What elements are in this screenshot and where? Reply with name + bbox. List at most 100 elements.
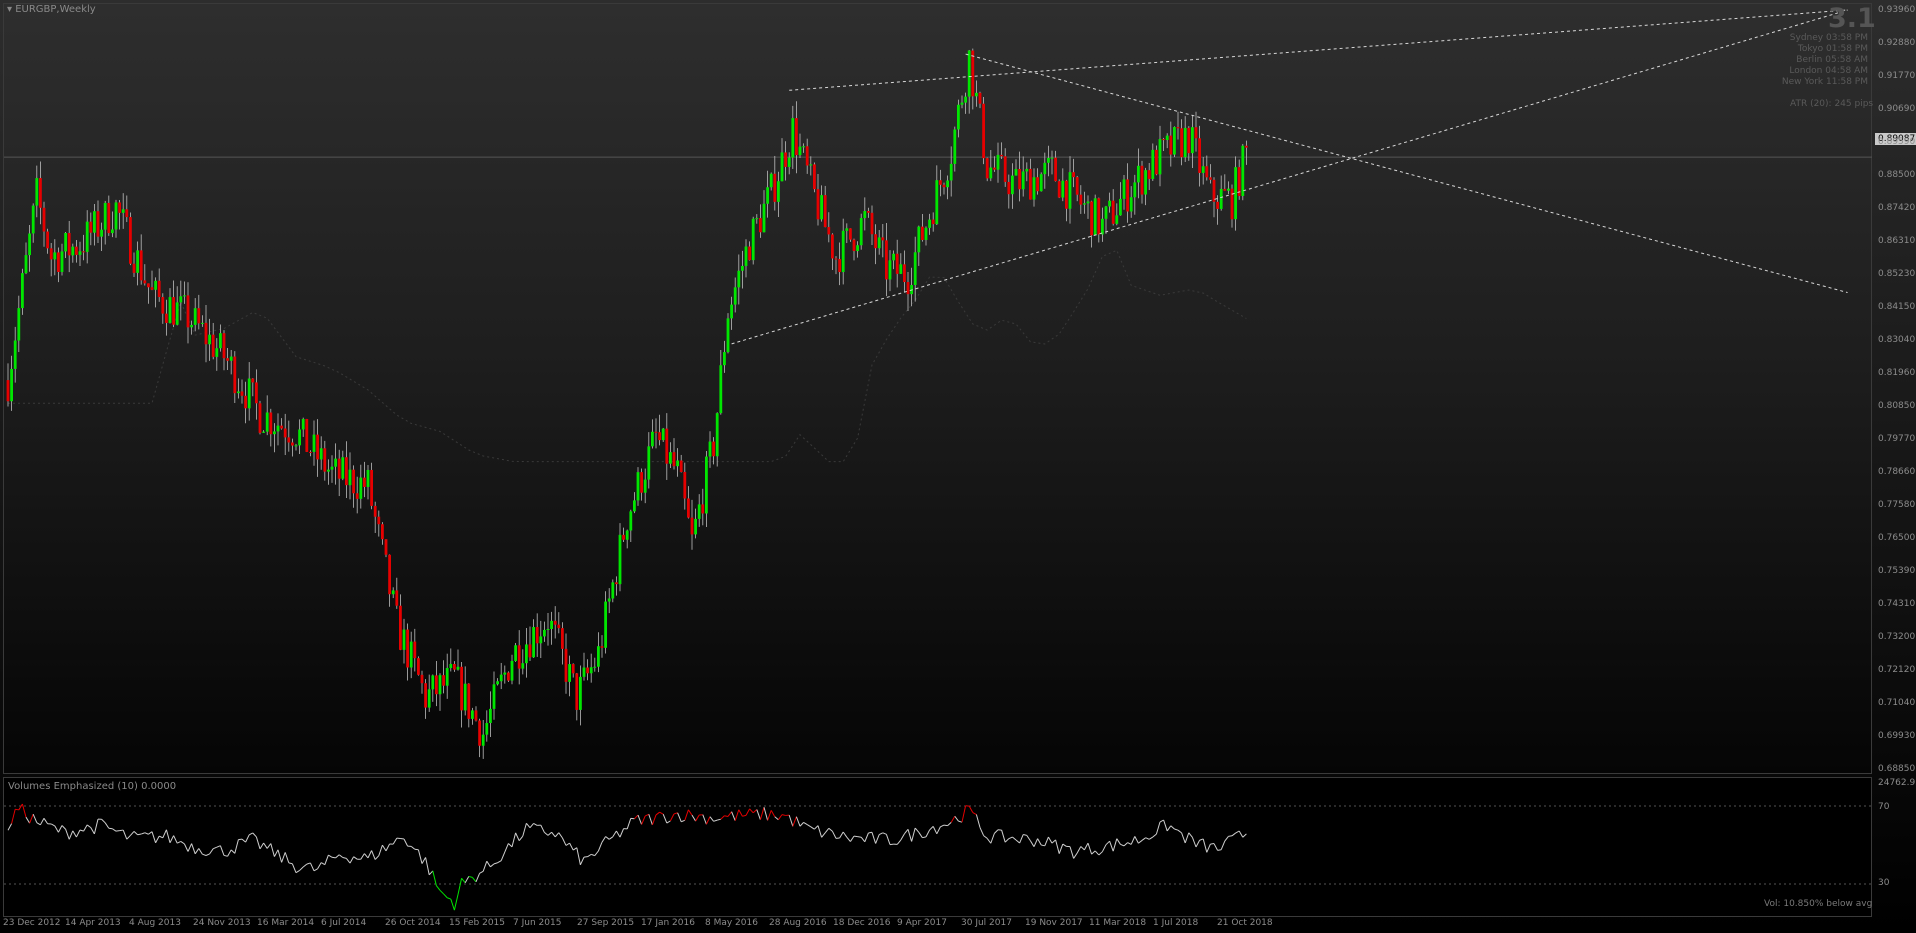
- indicator-segment: [709, 816, 714, 822]
- price-axis-label: 0.86310: [1878, 236, 1916, 246]
- indicator-segment: [313, 868, 318, 872]
- bull-candle: [24, 255, 28, 274]
- trendline-3: [965, 53, 1848, 294]
- indicator-segment: [806, 824, 812, 828]
- indicator-segment: [436, 885, 441, 891]
- indicator-segment: [857, 836, 862, 838]
- bear-candle: [57, 252, 60, 272]
- bull-candle: [438, 675, 442, 695]
- bull-candle: [31, 205, 35, 234]
- bull-candle: [539, 636, 543, 644]
- bull-candle: [1086, 201, 1090, 204]
- bull-candle: [1234, 167, 1237, 220]
- bear-candle: [1140, 165, 1144, 195]
- indicator-segment: [529, 823, 534, 829]
- time-axis-label: 4 Aug 2013: [129, 918, 181, 928]
- bear-candle: [654, 431, 658, 433]
- bull-candle: [1227, 188, 1230, 191]
- indicator-segment: [961, 805, 967, 823]
- bear-candle: [172, 297, 175, 325]
- bull-candle: [593, 666, 597, 668]
- indicator-segment: [904, 828, 909, 835]
- bull-candle: [582, 667, 586, 677]
- bear-candle: [420, 674, 424, 684]
- indicator-segment: [792, 816, 797, 827]
- indicator-segment: [367, 850, 373, 859]
- indicator-segment: [115, 830, 120, 832]
- indicator-segment: [591, 853, 595, 857]
- indicator-segment: [479, 870, 484, 874]
- bull-candle: [694, 518, 697, 535]
- indicator-segment: [144, 832, 149, 835]
- indicator-segment: [1138, 840, 1143, 844]
- price-axis-label: 0.80850: [1878, 401, 1916, 411]
- bull-candle: [1104, 206, 1108, 219]
- time-axis-label: 16 Mar 2014: [257, 918, 315, 928]
- indicator-segment: [597, 842, 603, 852]
- bear-candle: [701, 504, 705, 514]
- bull-candle: [366, 469, 370, 487]
- bull-candle: [917, 226, 921, 253]
- indicator-segment: [781, 814, 786, 816]
- bull-candle: [953, 129, 957, 164]
- bear-candle: [1007, 181, 1011, 195]
- bull-candle: [651, 431, 654, 447]
- bear-candle: [442, 675, 445, 686]
- indicator-segment: [788, 814, 794, 827]
- indicator-segment: [724, 815, 729, 817]
- symbol-timeframe-label: EURGBP,Weekly: [15, 4, 96, 15]
- price-axis-label: 0.89590: [1878, 137, 1916, 147]
- indicator-segment: [853, 835, 858, 838]
- indicator-segment: [900, 833, 905, 841]
- bear-candle: [46, 231, 49, 249]
- indicator-segment: [248, 832, 254, 836]
- indicator-segment: [565, 842, 570, 846]
- bear-candle: [337, 458, 341, 479]
- bull-candle: [669, 452, 672, 464]
- bear-candle: [1079, 194, 1083, 205]
- bear-candle: [39, 178, 42, 208]
- bull-candle: [359, 477, 363, 499]
- indicator-segment: [1012, 836, 1017, 841]
- time-axis-label: 24 Nov 2013: [193, 918, 251, 928]
- bull-candle: [643, 479, 647, 493]
- time-axis-label: 9 Apr 2017: [897, 918, 947, 928]
- bear-candle: [197, 308, 201, 324]
- bull-candle: [330, 466, 334, 470]
- indicator-segment: [1181, 832, 1186, 844]
- bear-candle: [269, 412, 273, 435]
- bull-candle: [975, 92, 978, 97]
- bull-candle: [1083, 203, 1086, 205]
- bear-candle: [1216, 201, 1219, 209]
- price-chart[interactable]: [0, 0, 1916, 933]
- bull-candle: [820, 195, 823, 220]
- price-axis-label: 0.79770: [1878, 434, 1916, 444]
- bear-candle: [1187, 127, 1191, 154]
- bull-candle: [85, 221, 89, 252]
- indicator-segment: [288, 862, 293, 865]
- indicator-segment: [821, 832, 826, 838]
- bear-candle: [823, 195, 827, 228]
- bull-candle: [989, 167, 993, 179]
- indicator-segment: [849, 835, 855, 842]
- indicator-segment: [252, 832, 257, 838]
- indicator-segment: [767, 810, 772, 821]
- indicator-segment: [634, 814, 639, 820]
- bull-candle: [492, 684, 496, 709]
- bull-candle: [1173, 127, 1176, 155]
- bull-candle: [1137, 165, 1140, 183]
- trendline-1: [731, 9, 1848, 345]
- indicator-segment: [213, 846, 217, 850]
- indicator-segment: [36, 822, 41, 826]
- indicator-segment: [1055, 839, 1060, 854]
- bull-candle: [17, 308, 21, 341]
- dropdown-arrow-icon[interactable]: ▾: [7, 4, 15, 15]
- bear-candle: [687, 498, 690, 518]
- bull-candle: [777, 181, 780, 202]
- bear-candle: [435, 675, 438, 695]
- bear-candle: [6, 380, 10, 402]
- bull-candle: [741, 265, 744, 271]
- bull-candle: [60, 251, 64, 272]
- indicator-segment: [428, 870, 434, 876]
- indicator-segment: [500, 851, 506, 861]
